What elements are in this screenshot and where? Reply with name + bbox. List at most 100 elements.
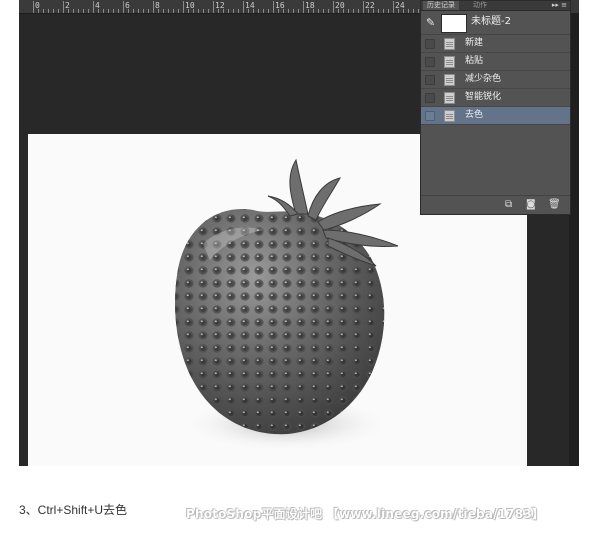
ruler-tick bbox=[343, 9, 344, 13]
tab-actions[interactable]: 动作 bbox=[469, 1, 491, 10]
ruler-tick bbox=[53, 9, 54, 13]
history-source-checkbox[interactable] bbox=[425, 57, 435, 67]
ruler-tick bbox=[338, 9, 339, 13]
ruler-tick bbox=[68, 9, 69, 13]
ruler-tick bbox=[408, 9, 409, 13]
ruler-tick bbox=[198, 9, 199, 13]
ruler-tick bbox=[173, 9, 174, 13]
ruler-tick bbox=[403, 9, 404, 13]
ruler-tick bbox=[418, 9, 419, 13]
ruler-tick bbox=[318, 9, 319, 13]
document-icon bbox=[444, 38, 455, 50]
ruler-tick bbox=[323, 9, 324, 13]
ruler-tick bbox=[333, 1, 334, 13]
ruler-tick bbox=[363, 1, 364, 13]
ruler-tick bbox=[258, 9, 259, 13]
history-item-reduce-noise[interactable]: 减少杂色 bbox=[421, 71, 570, 89]
ruler-tick bbox=[263, 9, 264, 13]
ruler-tick bbox=[133, 9, 134, 13]
trash-icon[interactable]: 🗑 bbox=[548, 199, 561, 211]
ruler-tick bbox=[353, 9, 354, 13]
history-source-checkbox[interactable] bbox=[425, 39, 435, 49]
watermark-text: PhotoShop平面设计吧 【www.lineeg.com/tieba/178… bbox=[186, 507, 545, 521]
ruler-tick bbox=[118, 9, 119, 13]
ruler-tick bbox=[213, 1, 214, 13]
document-icon bbox=[444, 56, 455, 68]
ruler-tick bbox=[248, 9, 249, 13]
step-caption: 3、Ctrl+Shift+U去色 bbox=[19, 503, 128, 517]
ruler-tick bbox=[148, 9, 149, 13]
ruler-tick bbox=[38, 9, 39, 13]
photoshop-screenshot: 0 2 4 6 8 10 12 14 16 18 20 22 24 历史记录 动… bbox=[19, 0, 579, 466]
history-panel-footer: ⧉ ◙ 🗑 bbox=[421, 195, 570, 214]
ruler-tick bbox=[278, 9, 279, 13]
ruler-tick bbox=[193, 9, 194, 13]
ruler-tick bbox=[223, 9, 224, 13]
ruler-tick bbox=[253, 9, 254, 13]
history-item-smart-sharpen[interactable]: 智能锐化 bbox=[421, 89, 570, 107]
new-document-from-state-icon[interactable]: ⧉ bbox=[505, 199, 512, 211]
ruler-tick bbox=[48, 9, 49, 13]
ruler-tick bbox=[108, 9, 109, 13]
history-item-label: 粘贴 bbox=[465, 56, 484, 66]
ruler-tick bbox=[33, 1, 34, 13]
ruler-tick bbox=[178, 9, 179, 13]
history-source-checkbox[interactable] bbox=[425, 93, 435, 103]
snapshot-thumbnail bbox=[441, 14, 467, 33]
ruler-tick bbox=[243, 1, 244, 13]
history-item-label: 智能锐化 bbox=[465, 92, 502, 102]
ruler-tick bbox=[143, 9, 144, 13]
ruler-tick bbox=[113, 9, 114, 13]
ruler-tick bbox=[393, 1, 394, 13]
ruler-tick bbox=[368, 9, 369, 13]
ruler-tick bbox=[303, 1, 304, 13]
history-item-desaturate[interactable]: 去色 bbox=[421, 107, 570, 125]
ruler-tick bbox=[288, 9, 289, 13]
document-icon bbox=[444, 110, 455, 122]
ruler-tick bbox=[58, 9, 59, 13]
camera-snapshot-icon[interactable]: ◙ bbox=[526, 199, 536, 211]
history-item-label: 减少杂色 bbox=[465, 74, 502, 84]
ruler-tick bbox=[358, 9, 359, 13]
history-item-new[interactable]: 新建 bbox=[421, 35, 570, 53]
ruler-tick bbox=[123, 1, 124, 13]
ruler-tick bbox=[208, 9, 209, 13]
panel-menu-icon[interactable]: ▸▸ ≡ bbox=[552, 1, 567, 10]
history-snapshot[interactable]: ✎ 未标题-2 bbox=[421, 11, 570, 35]
ruler-tick bbox=[268, 9, 269, 13]
history-source-checkbox[interactable] bbox=[425, 111, 435, 121]
ruler-tick bbox=[233, 9, 234, 13]
ruler-tick bbox=[183, 1, 184, 13]
ruler-tick bbox=[238, 9, 239, 13]
ruler-tick bbox=[158, 9, 159, 13]
ruler-tick bbox=[98, 9, 99, 13]
ruler-tick bbox=[308, 9, 309, 13]
ruler-tick bbox=[83, 9, 84, 13]
ruler-tick bbox=[328, 9, 329, 13]
ruler-tick bbox=[163, 9, 164, 13]
history-item-label: 新建 bbox=[465, 38, 484, 48]
ruler-tick bbox=[413, 9, 414, 13]
history-source-checkbox[interactable] bbox=[425, 75, 435, 85]
ruler-tick bbox=[298, 9, 299, 13]
ruler-tick bbox=[348, 9, 349, 13]
ruler-tick bbox=[93, 1, 94, 13]
history-brush-icon[interactable]: ✎ bbox=[426, 17, 435, 28]
tab-history[interactable]: 历史记录 bbox=[423, 1, 459, 10]
ruler-tick bbox=[228, 9, 229, 13]
history-item-paste[interactable]: 粘贴 bbox=[421, 53, 570, 71]
ruler-tick bbox=[138, 9, 139, 13]
ruler-tick bbox=[378, 9, 379, 13]
ruler-tick bbox=[88, 9, 89, 13]
ruler-tick bbox=[128, 9, 129, 13]
ruler-tick bbox=[73, 9, 74, 13]
ruler-tick bbox=[63, 1, 64, 13]
ruler-tick bbox=[313, 9, 314, 13]
ruler-tick bbox=[43, 9, 44, 13]
panel-tab-bar: 历史记录 动作 ▸▸ ≡ bbox=[421, 1, 570, 11]
ruler-tick bbox=[103, 9, 104, 13]
ruler-tick bbox=[78, 9, 79, 13]
document-icon bbox=[444, 92, 455, 104]
ruler-tick bbox=[293, 9, 294, 13]
ruler-tick bbox=[203, 9, 204, 13]
